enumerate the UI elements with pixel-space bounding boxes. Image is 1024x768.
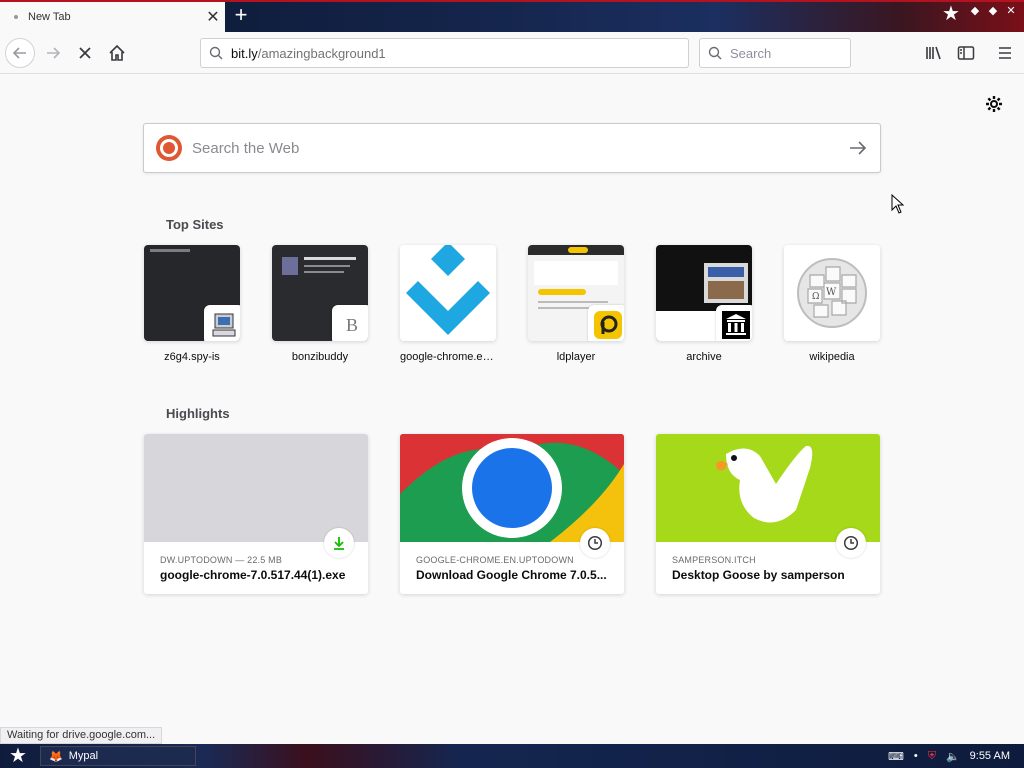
top-site-tile[interactable]: archive <box>656 245 752 363</box>
top-site-thumbnail <box>528 245 624 341</box>
volume-icon[interactable]: 🔈 <box>946 750 960 763</box>
arrow-right-icon <box>850 141 867 155</box>
highlight-card[interactable]: DW.UPTODOWN — 22.5 MB google-chrome-7.0.… <box>144 434 368 594</box>
tab-new-tab[interactable]: New Tab ✕ <box>0 0 225 32</box>
system-tray: ⌨ • ⛨ 🔈 9:55 AM <box>888 744 1024 768</box>
highlight-title: Download Google Chrome 7.0.5... <box>416 568 607 582</box>
highlight-source: GOOGLE-CHROME.EN.UPTODOWN <box>416 555 574 565</box>
svg-text:W: W <box>826 287 837 298</box>
search-icon <box>209 46 223 60</box>
highlight-source: DW.UPTODOWN — 22.5 MB <box>160 555 283 565</box>
status-bar-text: Waiting for drive.google.com... <box>0 727 163 744</box>
url-text: bit.ly/amazingbackground1 <box>231 45 386 61</box>
tab-loading-icon <box>14 15 18 19</box>
top-site-label: archive <box>686 351 722 363</box>
top-site-tile[interactable]: ldplayer <box>528 245 624 363</box>
start-button[interactable]: ★ <box>4 745 32 767</box>
url-bar[interactable]: bit.ly/amazingbackground1 <box>200 38 689 68</box>
back-button[interactable] <box>5 38 35 68</box>
uptodown-icon <box>400 245 496 341</box>
highlight-card[interactable]: GOOGLE-CHROME.EN.UPTODOWN Download Googl… <box>400 434 624 594</box>
top-site-thumbnail <box>144 245 240 341</box>
highlight-card[interactable]: SAMPERSON.ITCH Desktop Goose by samperso… <box>656 434 880 594</box>
library-button[interactable] <box>923 42 945 64</box>
top-sites-heading: Top Sites <box>166 217 224 232</box>
top-site-thumbnail: B <box>272 245 368 341</box>
top-site-tile[interactable]: google-chrome.en... <box>400 245 496 363</box>
tab-strip: New Tab ✕ + ★ ◆ ◆ ✕ <box>0 0 1024 32</box>
sidebar-toggle-button[interactable] <box>955 42 977 64</box>
customize-gear-button[interactable] <box>984 94 1004 114</box>
keyboard-icon[interactable]: ⌨ <box>888 750 904 763</box>
clock-icon <box>580 528 610 558</box>
top-site-label: google-chrome.en... <box>400 351 496 363</box>
close-window-icon[interactable]: ✕ <box>1004 4 1018 17</box>
highlight-source: SAMPERSON.ITCH <box>672 555 756 565</box>
tab-close-icon[interactable]: ✕ <box>201 7 225 27</box>
duckduckgo-icon <box>156 135 182 161</box>
hamburger-menu-icon <box>999 47 1011 59</box>
highlight-title: google-chrome-7.0.517.44(1).exe <box>160 568 346 582</box>
taskbar: ★ 🦊 Mypal ⌨ • ⛨ 🔈 9:55 AM <box>0 744 1024 768</box>
stop-button[interactable] <box>70 38 100 68</box>
minimize-icon[interactable]: ◆ <box>968 4 982 17</box>
tray-dot-icon[interactable]: • <box>914 750 918 762</box>
arrow-right-icon <box>47 47 61 59</box>
shield-icon[interactable]: ⛨ <box>928 750 936 763</box>
taskbar-item-mypal[interactable]: 🦊 Mypal <box>40 746 196 766</box>
home-button[interactable] <box>102 38 132 68</box>
search-icon <box>708 46 722 60</box>
highlight-image <box>144 434 368 542</box>
download-icon <box>324 528 354 558</box>
ldplayer-icon <box>588 305 624 341</box>
restore-icon[interactable]: ◆ <box>986 4 1000 17</box>
highlights-heading: Highlights <box>166 406 230 421</box>
menu-button[interactable] <box>994 42 1016 64</box>
taskbar-item-label: Mypal <box>68 750 99 762</box>
clock-text[interactable]: 9:55 AM <box>970 750 1010 762</box>
top-site-label: ldplayer <box>556 351 596 363</box>
web-search-placeholder: Search the Web <box>192 139 300 157</box>
mypal-icon: 🦊 <box>49 750 63 763</box>
wikipedia-globe-icon: W Ω <box>784 245 880 341</box>
star-icon: ★ <box>942 3 960 25</box>
clock-icon <box>836 528 866 558</box>
library-icon <box>926 46 941 60</box>
mouse-cursor-icon <box>891 194 905 214</box>
gear-icon <box>986 96 1002 112</box>
top-site-label: z6g4.spy-is <box>164 351 220 363</box>
search-placeholder: Search <box>730 45 772 61</box>
home-icon <box>109 44 125 61</box>
highlight-title: Desktop Goose by samperson <box>672 568 845 582</box>
top-site-tile[interactable]: B bonzibuddy <box>272 245 368 363</box>
archive-icon <box>716 305 752 341</box>
web-search-box[interactable]: Search the Web <box>143 123 881 173</box>
letter-b-icon: B <box>332 305 368 341</box>
svg-text:Ω: Ω <box>812 292 819 302</box>
top-site-thumbnail <box>656 245 752 341</box>
chrome-logo-image <box>400 434 624 542</box>
goose-image <box>656 434 880 542</box>
stop-x-icon <box>79 47 91 59</box>
arrow-left-icon <box>12 47 26 59</box>
top-site-tile[interactable]: W Ω wikipedia <box>784 245 880 363</box>
navigation-toolbar: bit.ly/amazingbackground1 Search <box>0 32 1024 74</box>
new-tab-button[interactable]: + <box>228 3 254 29</box>
top-site-label: wikipedia <box>809 351 855 363</box>
forward-button[interactable] <box>38 38 68 68</box>
search-bar[interactable]: Search <box>699 38 851 68</box>
window-controls: ◆ ◆ ✕ <box>968 4 1018 17</box>
web-search-go-button[interactable] <box>836 124 880 172</box>
sidebar-icon <box>957 46 975 60</box>
computer-icon <box>204 305 240 341</box>
top-site-label: bonzibuddy <box>291 351 349 363</box>
tab-title: New Tab <box>28 11 71 23</box>
top-site-tile[interactable]: z6g4.spy-is <box>144 245 240 363</box>
